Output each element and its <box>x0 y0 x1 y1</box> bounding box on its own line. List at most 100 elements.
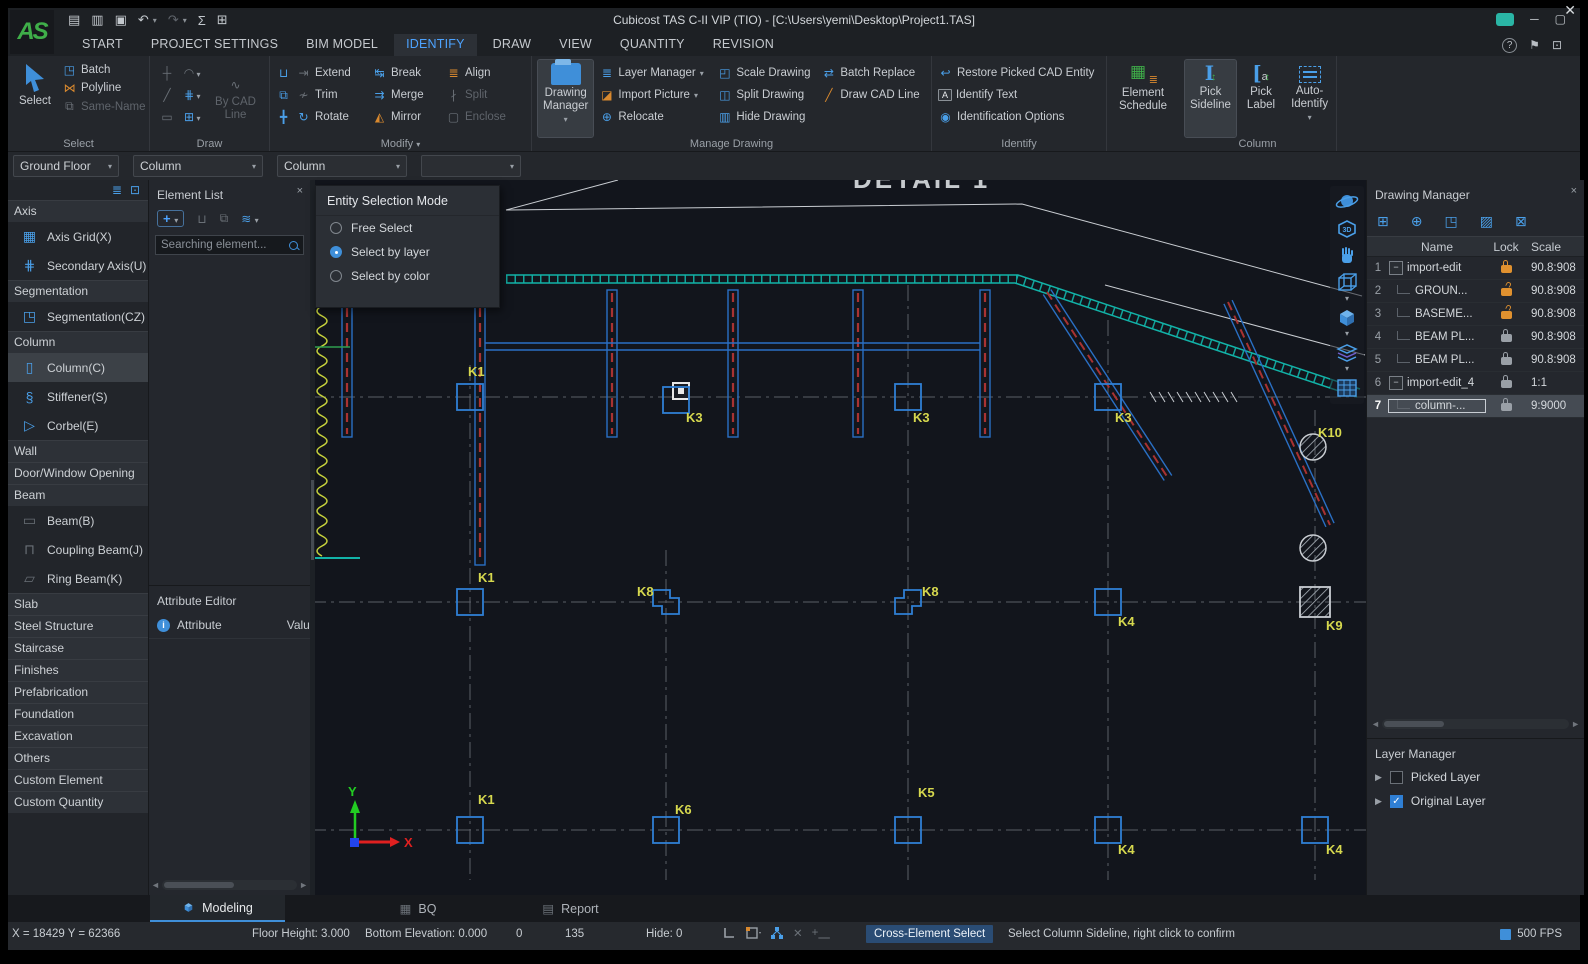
select-tool-button[interactable]: Select <box>14 60 56 137</box>
radio-icon[interactable] <box>330 222 342 234</box>
tab-report[interactable]: ▤ Report <box>523 895 618 922</box>
rect-icon[interactable]: ▭ <box>160 110 175 124</box>
scroll-right-icon[interactable]: ► <box>299 880 308 890</box>
scale-drawing-icon2[interactable]: ◳ <box>1444 213 1457 230</box>
scale-drawing-button[interactable]: ◰Scale Drawing <box>717 66 821 80</box>
scroll-left-icon[interactable]: ◄ <box>151 880 160 890</box>
search-element-input[interactable]: Searching element... <box>155 235 304 255</box>
selection-mode-option[interactable]: Select by layer <box>316 240 499 264</box>
sidebar-category-axis[interactable]: Axis <box>8 200 148 222</box>
split-drawing-button[interactable]: ◫Split Drawing <box>717 88 821 102</box>
restore-picked-cad-entity-button[interactable]: ↩Restore Picked CAD Entity <box>938 66 1098 80</box>
sidebar-category-column[interactable]: Column <box>8 331 148 353</box>
solid-view-icon[interactable]: ▾ <box>1334 306 1360 338</box>
floor-element-dropdown-1[interactable]: Ground Floor▾ <box>13 155 119 177</box>
mirror-button[interactable]: ◭Mirror <box>372 110 446 124</box>
unlock-icon[interactable] <box>1501 311 1512 319</box>
floor-element-dropdown-4[interactable]: ▾ <box>421 155 521 177</box>
copy-icon[interactable]: ⧉ <box>276 88 291 103</box>
spline-icon[interactable]: ∿ <box>208 78 263 92</box>
sidebar-item-axis-grid-x-[interactable]: ▦Axis Grid(X) <box>8 222 148 251</box>
lock-cell[interactable] <box>1485 399 1527 414</box>
layer-checkbox[interactable] <box>1390 771 1403 784</box>
align-button[interactable]: ≣Align <box>446 66 524 80</box>
expand-arrow-icon[interactable]: ▶ <box>1375 772 1382 783</box>
lock-icon[interactable] <box>1501 380 1512 388</box>
floor-element-dropdown-2[interactable]: Column▾ <box>133 155 263 177</box>
drawing-manager-button[interactable]: Drawing Manager▾ <box>538 60 593 137</box>
ortho-icon[interactable] <box>722 926 736 940</box>
cross-icon[interactable]: ✕ <box>793 926 803 940</box>
table-view-icon[interactable] <box>1334 376 1360 400</box>
minimize-icon[interactable]: ─ <box>1530 12 1539 26</box>
layer-checkbox[interactable]: ✓ <box>1390 795 1403 808</box>
draw-cad-line-button[interactable]: ╱Draw CAD Line <box>821 88 925 102</box>
sidebar-item-column-c-[interactable]: ▯Column(C) <box>8 353 148 382</box>
delete-drawing-icon[interactable]: ⊠ <box>1515 213 1527 230</box>
lock-icon[interactable] <box>1501 357 1512 365</box>
dm-scroll-right-icon[interactable]: ► <box>1571 719 1580 729</box>
sidebar-category-beam[interactable]: Beam <box>8 484 148 506</box>
extend-button[interactable]: ⇥Extend <box>296 66 372 80</box>
trim-button[interactable]: ≁Trim <box>296 88 372 102</box>
window-layout-icon[interactable]: ⊡ <box>1552 38 1562 52</box>
radio-icon[interactable] <box>330 270 342 282</box>
lock-cell[interactable] <box>1485 307 1527 322</box>
drawing-row[interactable]: 1−import-edit90.8:908 <box>1367 257 1584 280</box>
radio-icon[interactable] <box>330 246 342 258</box>
relocate-button[interactable]: ⊕Relocate <box>599 110 717 124</box>
sidebar-category-prefabrication[interactable]: Prefabrication <box>8 681 148 703</box>
add-drawing-icon[interactable]: ⊞ <box>1377 213 1389 230</box>
panel-view-icon[interactable]: ⊡ <box>130 183 140 197</box>
identification-options-button[interactable]: ◉Identification Options <box>938 110 1098 124</box>
element-list-close-icon[interactable]: × <box>297 185 303 197</box>
help-icon[interactable]: ? <box>1502 38 1517 53</box>
tab-revision[interactable]: REVISION <box>701 34 786 56</box>
delete-element-icon[interactable]: ⊔ <box>197 212 206 226</box>
layer-item-picked-layer[interactable]: ▶Picked Layer <box>1367 765 1584 789</box>
expand-arrow-icon[interactable]: ▶ <box>1375 796 1382 807</box>
drawing-row[interactable]: 7column-...9:9000 <box>1367 395 1584 418</box>
dm-scroll-left-icon[interactable]: ◄ <box>1371 719 1380 729</box>
drawing-row[interactable]: 3BASEME...90.8:908 <box>1367 303 1584 326</box>
lock-cell[interactable] <box>1485 376 1527 391</box>
selection-mode-option[interactable]: Free Select <box>316 216 499 240</box>
element-schedule-button[interactable]: ▦≣ Element Schedule <box>1113 60 1173 116</box>
lock-icon[interactable] <box>1501 265 1512 273</box>
pickbox-icon[interactable] <box>745 926 761 940</box>
flag-icon[interactable]: ⚑ <box>1529 38 1540 52</box>
point-icon[interactable]: ┼ <box>160 66 175 80</box>
sidebar-category-custom-element[interactable]: Custom Element <box>8 769 148 791</box>
drawing-row[interactable]: 2GROUN...90.8:908 <box>1367 280 1584 303</box>
chat-icon[interactable] <box>1496 13 1514 26</box>
list-view-icon[interactable]: ≣ <box>112 183 122 197</box>
selection-mode-option[interactable]: Select by color <box>316 264 499 288</box>
unlock-icon[interactable] <box>1501 288 1512 296</box>
drawing-row[interactable]: 4BEAM PL...90.8:908 <box>1367 326 1584 349</box>
column-marker-k9[interactable] <box>1300 587 1330 617</box>
layers-stack-icon[interactable]: ▾ <box>1334 341 1360 373</box>
3d-view-icon[interactable]: 3D <box>1334 217 1360 241</box>
sidebar-category-foundation[interactable]: Foundation <box>8 703 148 725</box>
sidebar-category-others[interactable]: Others <box>8 747 148 769</box>
layer-item-original-layer[interactable]: ▶✓Original Layer <box>1367 789 1584 813</box>
sidebar-category-slab[interactable]: Slab <box>8 593 148 615</box>
snap-nodes-icon[interactable] <box>770 926 784 940</box>
batch-button[interactable]: ◳Batch <box>62 63 146 77</box>
lock-cell[interactable] <box>1485 284 1527 299</box>
pan-icon[interactable] <box>1334 244 1360 268</box>
sidebar-category-wall[interactable]: Wall <box>8 440 148 462</box>
sidebar-category-finishes[interactable]: Finishes <box>8 659 148 681</box>
add-element-button[interactable]: + ▾ <box>157 210 184 227</box>
copy-element-icon[interactable]: ⧉ <box>220 211 229 226</box>
batch-replace-button[interactable]: ⇄Batch Replace <box>821 66 925 80</box>
tab-identify[interactable]: IDENTIFY <box>394 34 477 56</box>
tree-expander-icon[interactable]: − <box>1389 261 1403 275</box>
hatch-grid-icon[interactable]: ⊞▾ <box>181 110 200 124</box>
rotate-button[interactable]: ↻Rotate <box>296 110 372 124</box>
sidebar-category-steel-structure[interactable]: Steel Structure <box>8 615 148 637</box>
drawing-row[interactable]: 5BEAM PL...90.8:908 <box>1367 349 1584 372</box>
sidebar-category-door-window-opening[interactable]: Door/Window Opening <box>8 462 148 484</box>
tab-project-settings[interactable]: PROJECT SETTINGS <box>139 34 290 56</box>
add-snap-icon[interactable]: +⎽ <box>812 927 830 940</box>
